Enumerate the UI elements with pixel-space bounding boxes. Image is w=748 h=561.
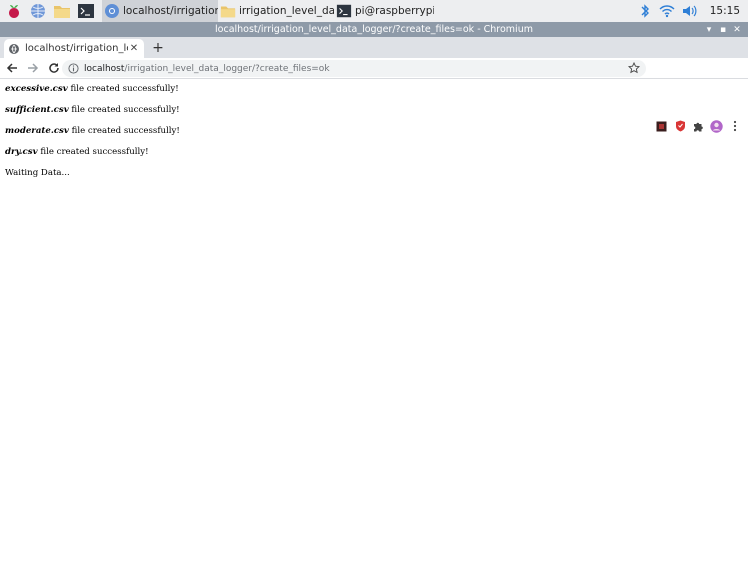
extensions-puzzle-icon[interactable]	[691, 118, 705, 134]
file-name: excessive.csv	[5, 84, 68, 94]
raspberry-menu-icon[interactable]	[4, 1, 24, 21]
page-content: excessive.csv file created successfully!…	[5, 84, 180, 189]
taskbar-task-label: irrigation_level_data_l...	[239, 5, 334, 17]
file-name: sufficient.csv	[5, 105, 69, 115]
taskbar-task-folder[interactable]: irrigation_level_data_l...	[218, 0, 334, 22]
browser-menu-button[interactable]	[728, 118, 742, 134]
file-name: dry.csv	[5, 147, 38, 157]
profile-avatar[interactable]	[709, 118, 723, 134]
taskbar-task-label: pi@raspberrypi: ~	[355, 5, 434, 17]
address-bar[interactable]: localhost/irrigation_level_data_logger/?…	[62, 60, 646, 77]
file-status-line: sufficient.csv file created successfully…	[5, 105, 180, 126]
file-manager-icon[interactable]	[52, 1, 72, 21]
bluetooth-icon[interactable]	[636, 2, 654, 20]
browser-tab[interactable]: localhost/irrigation_level ✕	[4, 39, 144, 58]
file-status-line: excessive.csv file created successfully!	[5, 84, 180, 105]
minimize-button[interactable]: ▾	[702, 25, 716, 35]
tab-label: localhost/irrigation_level	[25, 43, 128, 54]
window-title: localhost/irrigation_level_data_logger/?…	[215, 24, 533, 35]
taskbar-task-chromium[interactable]: localhost/irrigation_le...	[102, 0, 218, 22]
file-status-text: file created successfully!	[68, 126, 180, 136]
globe-icon	[9, 43, 19, 54]
shield-extension-icon[interactable]	[673, 118, 687, 134]
file-status-line: dry.csv file created successfully!	[5, 147, 180, 168]
window-titlebar[interactable]: localhost/irrigation_level_data_logger/?…	[0, 22, 748, 37]
taskbar-task-terminal[interactable]: pi@raspberrypi: ~	[334, 0, 434, 22]
chromium-icon	[105, 4, 119, 18]
browser-toolbar: localhost/irrigation_level_data_logger/?…	[0, 58, 748, 133]
new-tab-button[interactable]: +	[149, 39, 167, 57]
file-name: moderate.csv	[5, 126, 69, 136]
close-window-button[interactable]: ✕	[730, 25, 744, 35]
web-browser-icon[interactable]	[28, 1, 48, 21]
taskbar-task-label: localhost/irrigation_le...	[123, 5, 218, 17]
reload-button[interactable]	[45, 59, 63, 77]
url-host: localhost	[84, 63, 125, 74]
folder-icon	[220, 6, 236, 18]
forward-button[interactable]	[24, 59, 42, 77]
wifi-icon[interactable]	[658, 2, 676, 20]
extension-dark-icon[interactable]	[654, 118, 668, 134]
file-status-line: moderate.csv file created successfully!	[5, 126, 180, 147]
info-icon[interactable]	[68, 63, 79, 74]
file-status-text: file created successfully!	[68, 105, 180, 115]
tab-strip: localhost/irrigation_level ✕ +	[0, 37, 748, 58]
volume-icon[interactable]	[680, 2, 698, 20]
terminal-icon[interactable]	[76, 1, 96, 21]
clock: 15:15	[709, 5, 740, 17]
back-button[interactable]	[3, 59, 21, 77]
window-controls: ▾ ▪ ✕	[702, 22, 744, 37]
system-tray: 15:15	[636, 0, 748, 22]
url-path: /irrigation_level_data_logger/?create_fi…	[124, 63, 330, 74]
maximize-button[interactable]: ▪	[716, 25, 730, 35]
tab-close-icon[interactable]: ✕	[128, 43, 140, 54]
file-status-text: file created successfully!	[37, 147, 149, 157]
waiting-status: Waiting Data...	[5, 168, 70, 178]
taskbar: localhost/irrigation_le... irrigation_le…	[0, 0, 748, 22]
bookmark-star-icon[interactable]	[628, 62, 640, 74]
file-status-text: file created successfully!	[67, 84, 179, 94]
terminal-icon	[336, 4, 352, 18]
